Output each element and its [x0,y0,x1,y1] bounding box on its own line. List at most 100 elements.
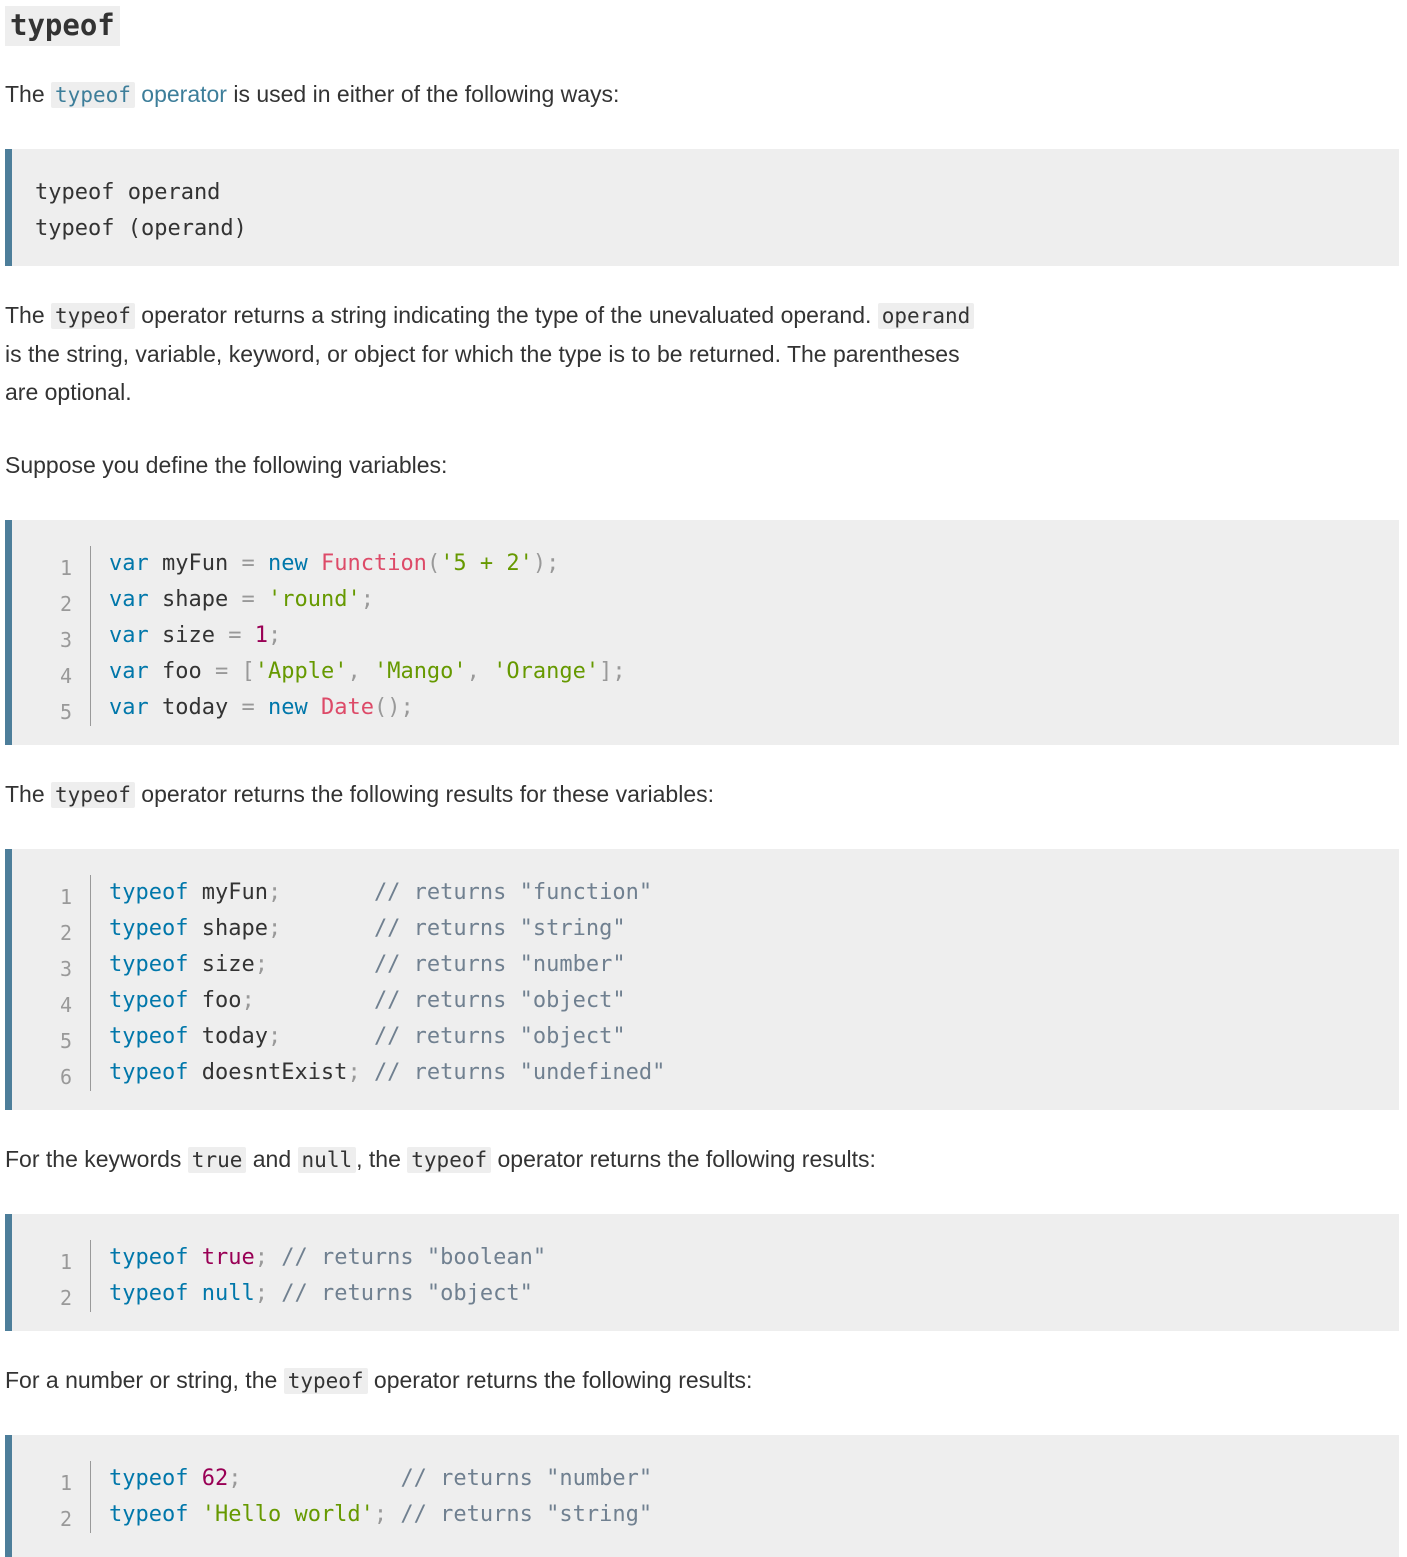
token-comment: // returns "number" [400,1466,653,1491]
token-class-name: Function [320,551,427,576]
token-string: '5 + 2' [440,551,533,576]
line-number-gutter: 1 2 [12,1461,91,1533]
token-punctuation: ; [267,916,282,941]
code-line: typeof doesntExist; // returns "undefine… [109,1055,665,1091]
token-punctuation: ); [532,551,560,576]
line-number: 5 [59,700,72,724]
keywords-paragraph: For the keywords true and null, the type… [5,1140,876,1179]
token-keyword: typeof [109,988,189,1013]
token-keyword: typeof [109,1060,189,1085]
line-number: 3 [59,628,72,652]
token-punctuation: , [347,659,361,684]
code-block-keywords: 1 2 typeof true; // returns "boolean" typ… [5,1214,1399,1331]
operator-link-text: operator [134,81,227,107]
token-punctuation: ; [267,623,282,648]
token-keyword: typeof [109,1502,189,1527]
inline-code: typeof [283,1368,368,1394]
token-string: 'Hello world' [201,1502,374,1527]
code-line: var today = new Date(); [109,690,626,726]
token-operator: = [241,695,255,720]
text: , the [356,1146,408,1172]
code-block-results: 1 2 3 4 5 6 typeof myFun; // returns "fu… [5,849,1399,1110]
token-identifier: doesntExist [188,1060,348,1085]
token-keyword: typeof [109,1245,189,1270]
code-lines: var myFun = new Function('5 + 2'); var sh… [91,546,626,726]
token-identifier: myFun [188,880,268,905]
code-block-variables: 1 2 3 4 5 var myFun = new Function('5 + … [5,520,1399,745]
line-number: 2 [59,592,72,616]
text: operator returns the following results: [491,1146,876,1172]
token-punctuation: (); [373,695,414,720]
text: The [5,781,52,807]
text: and [246,1146,298,1172]
token-comment: // returns "string" [400,1502,653,1527]
line-number-gutter: 1 2 3 4 5 [12,546,91,726]
text: operator returns the following results: [367,1367,753,1393]
line-number: 4 [59,993,72,1017]
inline-code: null [297,1147,357,1173]
line-number: 4 [59,664,72,688]
line-number: 2 [59,1286,72,1310]
code-line: var size = 1; [109,618,626,654]
token-operator: = [228,623,242,648]
code-lines: typeof true; // returns "boolean" typeof … [91,1240,546,1312]
code-line: typeof size; // returns "number" [109,947,665,983]
token-comment: // returns "string" [373,916,626,941]
text: For a number or string, the [5,1367,284,1393]
token-string: 'Orange' [493,659,600,684]
typeof-operator-link[interactable]: typeof operator [51,81,227,108]
token-punctuation: ; [373,1502,388,1527]
intro-text-after: is used in either of the following ways: [226,81,620,107]
token-number: 62 [201,1466,229,1491]
line-number: 1 [59,1250,72,1274]
token-punctuation: ]; [599,659,626,684]
token-comment: // returns "object" [373,1024,626,1049]
token-punctuation: ; [254,1281,268,1306]
line-number: 6 [59,1065,72,1089]
code-lines: typeof myFun; // returns "function" typeo… [91,875,665,1091]
token-punctuation: , [466,659,480,684]
code-line: typeof 'Hello world'; // returns "string… [109,1497,652,1533]
syntax-line: typeof (operand) [35,216,247,241]
line-number: 1 [59,885,72,909]
code-line: typeof today; // returns "object" [109,1019,665,1055]
line-number: 1 [59,1471,72,1495]
results-paragraph: The typeof operator returns the followin… [5,775,714,814]
token-operator: = [214,659,229,684]
token-comment: // returns "object" [281,1281,533,1306]
token-keyword: typeof [109,1024,189,1049]
token-identifier: size [148,623,229,648]
line-number: 3 [59,957,72,981]
line-number: 1 [59,556,72,580]
token-identifier: size [188,952,255,977]
token-keyword: typeof [109,1466,189,1491]
token-keyword: new [267,695,308,720]
token-string: 'round' [267,587,361,612]
syntax-block: typeof operand typeof (operand) [5,149,1399,266]
text: is the string, variable, keyword, or obj… [5,341,960,367]
token-identifier: foo [148,659,215,684]
suppose-paragraph: Suppose you define the following variabl… [5,452,448,478]
token-punctuation: ; [254,952,268,977]
code-line: typeof null; // returns "object" [109,1276,546,1312]
token-keyword: null [201,1281,255,1306]
page-title: typeof [5,6,120,46]
code-line: typeof foo; // returns "object" [109,983,665,1019]
token-punctuation: ; [360,587,374,612]
inline-code: typeof [51,782,135,808]
token-identifier: shape [148,587,242,612]
inline-code: true [187,1147,247,1173]
code-lines: typeof 62; // returns "number" typeof 'He… [91,1461,652,1533]
text: operator returns a string indicating the… [134,302,878,328]
